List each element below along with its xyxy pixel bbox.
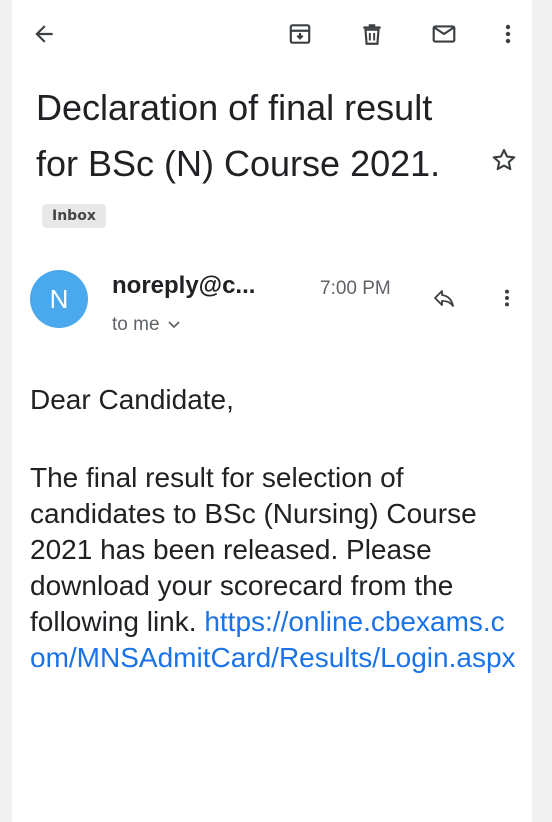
sender-avatar[interactable]: N (30, 270, 88, 328)
greeting-text: Dear Candidate, (30, 384, 234, 415)
inbox-label-badge[interactable]: Inbox (42, 204, 106, 229)
mark-unread-button[interactable] (424, 14, 464, 54)
body-paragraph: The final result for selection of candid… (30, 460, 520, 676)
message-time: 7:00 PM (320, 278, 391, 299)
mail-icon (432, 25, 456, 43)
message-body: Dear Candidate, The final result for sel… (30, 382, 520, 676)
left-frame-border (0, 0, 12, 822)
back-button[interactable] (24, 14, 64, 54)
more-vert-icon (504, 289, 510, 307)
email-view: Declaration of final result for BSc (N) … (12, 0, 532, 822)
more-vert-icon (505, 24, 511, 44)
reply-icon (434, 290, 454, 307)
recipient-details-toggle[interactable]: to me (112, 314, 180, 336)
delete-button[interactable] (352, 14, 392, 54)
trash-icon (363, 24, 381, 45)
subject-text: Declaration of final result for BSc (N) … (36, 87, 441, 184)
sender-name[interactable]: noreply@c... (112, 272, 255, 300)
message-more-button[interactable] (492, 282, 522, 314)
star-button[interactable] (486, 142, 522, 178)
email-subject: Declaration of final result for BSc (N) … (36, 80, 476, 248)
more-options-button[interactable] (488, 14, 528, 54)
right-frame-border (532, 0, 552, 822)
top-toolbar (12, 0, 532, 66)
archive-button[interactable] (280, 14, 320, 54)
chevron-down-icon (167, 321, 180, 329)
recipient-text: to me (112, 314, 160, 335)
arrow-back-icon (35, 25, 53, 43)
reply-button[interactable] (426, 282, 462, 314)
star-outline-icon (492, 149, 516, 171)
archive-icon (289, 24, 311, 44)
